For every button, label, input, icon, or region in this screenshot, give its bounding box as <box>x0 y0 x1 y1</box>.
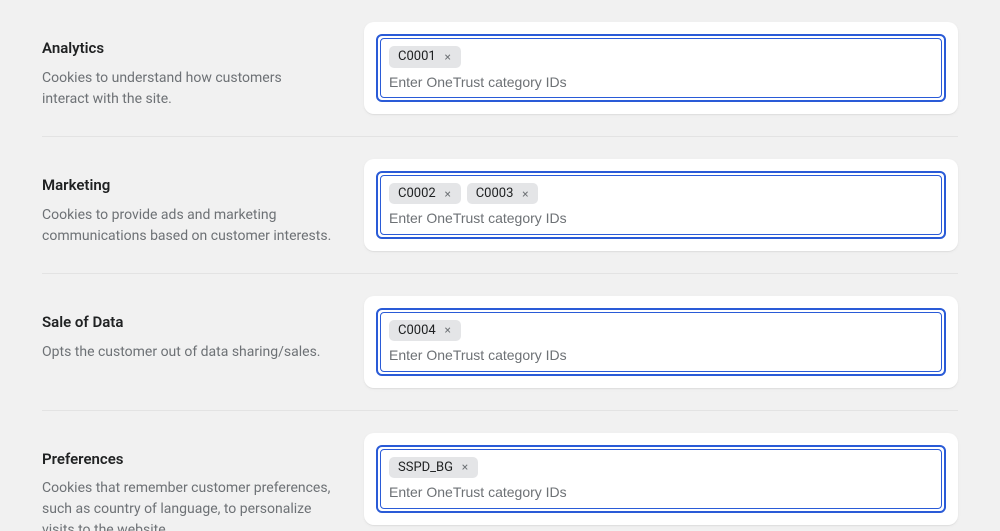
tag: C0002 × <box>389 183 461 205</box>
section-marketing: Marketing Cookies to provide ads and mar… <box>42 137 958 274</box>
tag-label: C0003 <box>476 186 514 202</box>
tag-remove-icon[interactable]: × <box>441 50 455 64</box>
tag-input-field[interactable] <box>389 208 933 226</box>
tag-list: C0001 × <box>389 46 933 68</box>
tag-input-focus-ring: C0001 × <box>376 34 946 102</box>
tag: C0001 × <box>389 46 461 68</box>
section-info: Marketing Cookies to provide ads and mar… <box>42 159 332 247</box>
tag: SSPD_BG × <box>389 457 478 479</box>
tag-remove-icon[interactable]: × <box>441 187 455 201</box>
section-title: Marketing <box>42 175 332 197</box>
tag-input-analytics[interactable]: C0001 × <box>380 38 942 98</box>
section-title: Sale of Data <box>42 312 332 334</box>
section-sale-of-data: Sale of Data Opts the customer out of da… <box>42 274 958 411</box>
section-description: Opts the customer out of data sharing/sa… <box>42 342 332 363</box>
section-preferences: Preferences Cookies that remember custom… <box>42 411 958 531</box>
tag: C0004 × <box>389 320 461 342</box>
section-info: Analytics Cookies to understand how cust… <box>42 22 332 110</box>
tag-remove-icon[interactable]: × <box>441 324 455 338</box>
tag-input-field[interactable] <box>389 482 933 500</box>
tag-label: C0002 <box>398 186 436 202</box>
tag-remove-icon[interactable]: × <box>518 187 532 201</box>
tag-list: C0004 × <box>389 320 933 342</box>
section-card: C0002 × C0003 × <box>364 159 958 251</box>
onetrust-category-settings: Analytics Cookies to understand how cust… <box>0 0 1000 531</box>
section-info: Preferences Cookies that remember custom… <box>42 433 332 531</box>
tag-label: SSPD_BG <box>398 460 453 476</box>
tag-input-field[interactable] <box>389 345 933 363</box>
section-card: SSPD_BG × <box>364 433 958 525</box>
section-info: Sale of Data Opts the customer out of da… <box>42 296 332 363</box>
section-description: Cookies to provide ads and marketing com… <box>42 205 332 247</box>
tag-input-focus-ring: C0002 × C0003 × <box>376 171 946 239</box>
section-description: Cookies that remember customer preferenc… <box>42 478 332 531</box>
tag-input-focus-ring: SSPD_BG × <box>376 445 946 513</box>
tag-input-focus-ring: C0004 × <box>376 308 946 376</box>
section-card: C0004 × <box>364 296 958 388</box>
tag-label: C0004 <box>398 323 436 339</box>
tag-input-field[interactable] <box>389 72 933 90</box>
tag-input-marketing[interactable]: C0002 × C0003 × <box>380 175 942 235</box>
tag-input-preferences[interactable]: SSPD_BG × <box>380 449 942 509</box>
section-title: Analytics <box>42 38 332 60</box>
section-card: C0001 × <box>364 22 958 114</box>
tag: C0003 × <box>467 183 539 205</box>
tag-remove-icon[interactable]: × <box>458 460 472 474</box>
tag-list: C0002 × C0003 × <box>389 183 933 205</box>
tag-input-sale-of-data[interactable]: C0004 × <box>380 312 942 372</box>
section-title: Preferences <box>42 449 332 471</box>
tag-label: C0001 <box>398 49 436 65</box>
tag-list: SSPD_BG × <box>389 457 933 479</box>
section-description: Cookies to understand how customers inte… <box>42 68 332 110</box>
section-analytics: Analytics Cookies to understand how cust… <box>42 0 958 137</box>
